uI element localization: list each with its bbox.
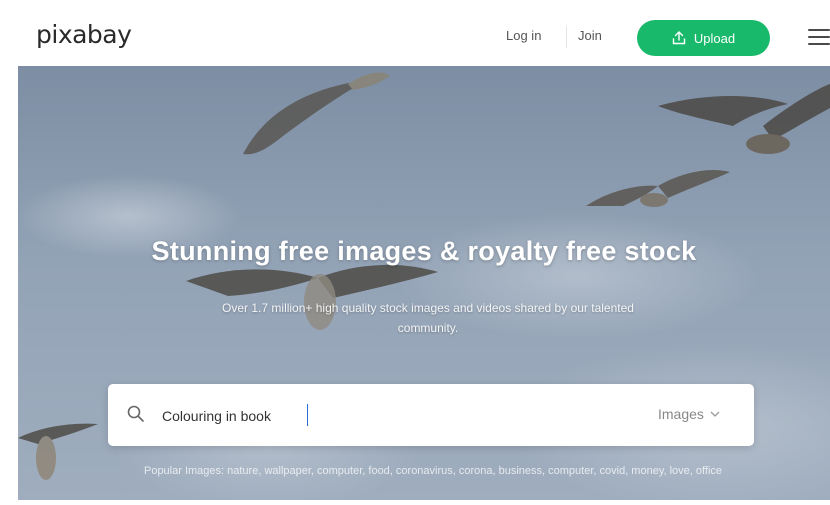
hero-subtitle: Over 1.7 million+ high quality stock ima… [222, 301, 634, 335]
upload-label: Upload [693, 30, 736, 46]
search-bar: Images [108, 384, 754, 446]
browser-viewport: pixabay Log in Join Upload Stunning free… [18, 8, 830, 500]
top-nav: pixabay Log in Join Upload [18, 8, 830, 66]
search-icon[interactable] [126, 404, 146, 424]
text-caret [307, 404, 308, 426]
search-input[interactable] [160, 398, 604, 434]
chevron-down-icon [710, 411, 720, 417]
hamburger-menu-icon[interactable] [808, 29, 830, 47]
hero-banner: Stunning free images & royalty free stoc… [18, 66, 830, 500]
pixabay-logo[interactable]: pixabay [36, 20, 132, 49]
hero-title: Stunning free images & royalty free stoc… [151, 236, 697, 266]
search-type-dropdown[interactable]: Images [658, 406, 720, 422]
search-type-label: Images [658, 406, 704, 422]
nav-divider [566, 26, 567, 48]
login-link[interactable]: Log in [506, 28, 541, 43]
join-link[interactable]: Join [578, 28, 602, 43]
upload-button[interactable]: Upload [637, 20, 770, 56]
upload-icon [672, 31, 686, 45]
popular-searches[interactable]: Popular Images: nature, wallpaper, compu… [128, 462, 738, 480]
